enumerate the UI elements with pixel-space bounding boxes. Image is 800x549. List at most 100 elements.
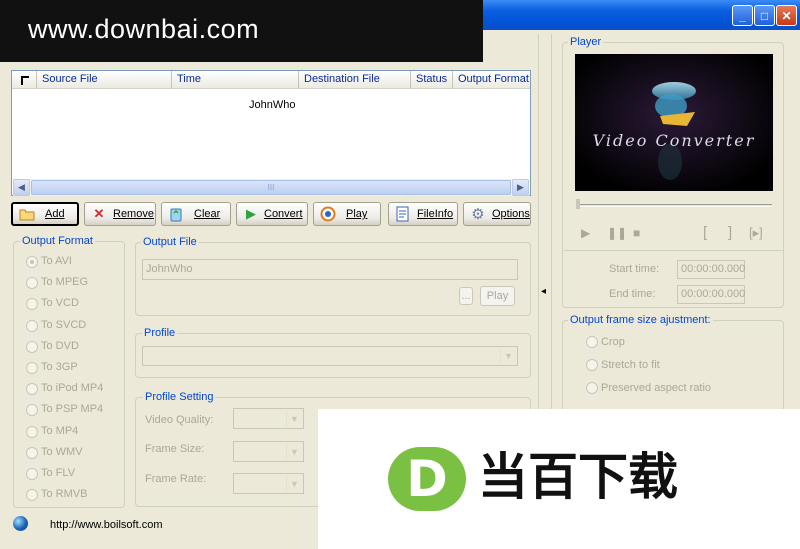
clear-button[interactable]: Clear	[161, 202, 231, 226]
brand-overlay: D 当百下载	[318, 409, 800, 549]
output-format-radio[interactable]	[26, 256, 38, 268]
browse-button[interactable]: ...	[459, 287, 473, 305]
frame-size-label: Frame Size:	[145, 443, 205, 455]
select-all-header[interactable]	[12, 71, 37, 89]
clear-label: Clear	[194, 208, 221, 220]
frame-rate-select[interactable]: ▼	[233, 473, 304, 494]
recycle-bin-icon	[168, 206, 184, 222]
add-label: Add	[45, 208, 65, 220]
chevron-down-icon: ▼	[286, 410, 302, 427]
remove-x-icon: ✕	[93, 206, 105, 221]
brand-logo-icon: D	[388, 447, 466, 511]
fileinfo-button[interactable]: FileInfo	[388, 202, 458, 226]
output-format-option-label: To 3GP	[41, 361, 78, 373]
column-source-file[interactable]: Source File	[37, 71, 172, 89]
player-divider	[564, 250, 784, 251]
play-label: Play	[346, 208, 368, 220]
output-file-input[interactable]: JohnWho	[142, 259, 518, 280]
frame-size-select[interactable]: ▼	[233, 441, 304, 462]
chevron-down-icon: ▼	[286, 443, 302, 460]
column-destination-file[interactable]: Destination File	[299, 71, 411, 89]
frame-adjust-label: Output frame size ajustment:	[568, 314, 713, 326]
play-arrow-icon: ▶	[246, 206, 256, 221]
profile-select[interactable]: ▼	[142, 346, 518, 366]
scroll-left-icon[interactable]: ◀	[13, 179, 30, 196]
seek-thumb[interactable]	[576, 199, 580, 209]
website-link[interactable]: http://www.boilsoft.com	[50, 519, 163, 531]
horizontal-scrollbar[interactable]: ◀ III ▶	[13, 179, 529, 196]
remove-button[interactable]: ✕ Remove	[84, 202, 156, 226]
column-output-format[interactable]: Output Format	[453, 71, 530, 89]
start-time-field[interactable]: 00:00:00.000	[677, 260, 745, 279]
play-button[interactable]: Play	[313, 202, 381, 226]
output-format-radio[interactable]	[26, 340, 38, 353]
play-selection-icon[interactable]: [▸]	[749, 225, 763, 241]
profile-setting-label: Profile Setting	[143, 391, 216, 403]
output-format-option-label: To SVCD	[41, 318, 87, 331]
output-format-radio[interactable]	[26, 468, 38, 480]
video-quality-select[interactable]: ▼	[233, 408, 304, 429]
collapse-arrow-icon[interactable]: ◂	[541, 286, 546, 297]
minimize-button[interactable]: _	[732, 5, 753, 26]
crop-label: Crop	[601, 336, 625, 348]
output-format-option-label: To DVD	[41, 339, 79, 352]
file-list[interactable]: Source File Time Destination File Status…	[11, 70, 531, 196]
watermark-banner: www.downbai.com	[0, 0, 483, 62]
options-button[interactable]: ⚙ Options	[463, 202, 531, 226]
output-format-option-label: To FLV	[41, 467, 76, 479]
stop-icon[interactable]: ■	[633, 226, 640, 240]
output-file-label: Output File	[141, 236, 199, 248]
stretch-label: Stretch to fit	[601, 359, 660, 371]
profile-label: Profile	[142, 327, 178, 339]
options-label: Options	[492, 208, 530, 220]
mark-in-icon[interactable]: [	[703, 224, 707, 241]
scroll-right-icon[interactable]: ▶	[512, 179, 529, 196]
output-format-option-label: To WMV	[41, 445, 83, 458]
output-format-option-label: To iPod MP4	[41, 382, 104, 395]
add-button[interactable]: Add	[11, 202, 79, 226]
aspect-label: Preserved aspect ratio	[601, 382, 712, 394]
globe-icon	[13, 516, 28, 531]
column-time[interactable]: Time	[172, 71, 299, 89]
maximize-button[interactable]: □	[754, 5, 775, 26]
logo-letter: D	[406, 450, 448, 508]
brand-text: 当百下载	[478, 448, 678, 506]
output-format-option-label: To PSP MP4	[41, 403, 104, 416]
gear-icon: ⚙	[471, 206, 485, 223]
play-icon[interactable]: ▶	[581, 226, 590, 240]
output-format-radio[interactable]	[26, 362, 38, 374]
output-format-radio[interactable]	[26, 319, 38, 332]
output-format-option-label: To RMVB	[41, 488, 88, 501]
fileinfo-label: FileInfo	[417, 208, 454, 220]
media-player-icon	[320, 206, 336, 222]
convert-button[interactable]: ▶ Convert	[236, 202, 308, 226]
column-status[interactable]: Status	[411, 71, 453, 89]
video-preview	[575, 54, 773, 191]
video-quality-label: Video Quality:	[145, 414, 214, 426]
convert-label: Convert	[264, 208, 303, 220]
output-format-radio[interactable]	[26, 446, 38, 459]
document-info-icon	[395, 206, 411, 222]
output-format-option-label: To MP4	[41, 424, 79, 437]
output-format-label: Output Format	[20, 235, 95, 247]
output-format-option-label: To AVI	[41, 255, 72, 267]
crop-radio[interactable]	[586, 336, 598, 348]
output-format-option-label: To MPEG	[41, 276, 89, 289]
list-item[interactable]: JohnWho	[249, 99, 295, 111]
scroll-thumb[interactable]: III	[31, 180, 511, 195]
player-label: Player	[568, 36, 604, 48]
end-time-field[interactable]: 00:00:00.000	[677, 285, 745, 304]
seek-track[interactable]	[576, 204, 772, 207]
remove-label: Remove	[113, 208, 154, 220]
stretch-radio[interactable]	[586, 359, 598, 371]
output-format-radio[interactable]	[26, 425, 38, 438]
chevron-down-icon: ▼	[286, 475, 302, 492]
folder-icon	[19, 206, 35, 222]
aspect-radio[interactable]	[586, 382, 598, 394]
frame-rate-label: Frame Rate:	[145, 473, 207, 485]
close-button[interactable]: ✕	[776, 5, 797, 26]
pause-icon[interactable]: ❚❚	[607, 226, 627, 240]
output-play-button[interactable]: Play	[480, 286, 515, 306]
watermark-text: www.downbai.com	[28, 14, 260, 44]
mark-out-icon[interactable]: ]	[728, 224, 732, 241]
